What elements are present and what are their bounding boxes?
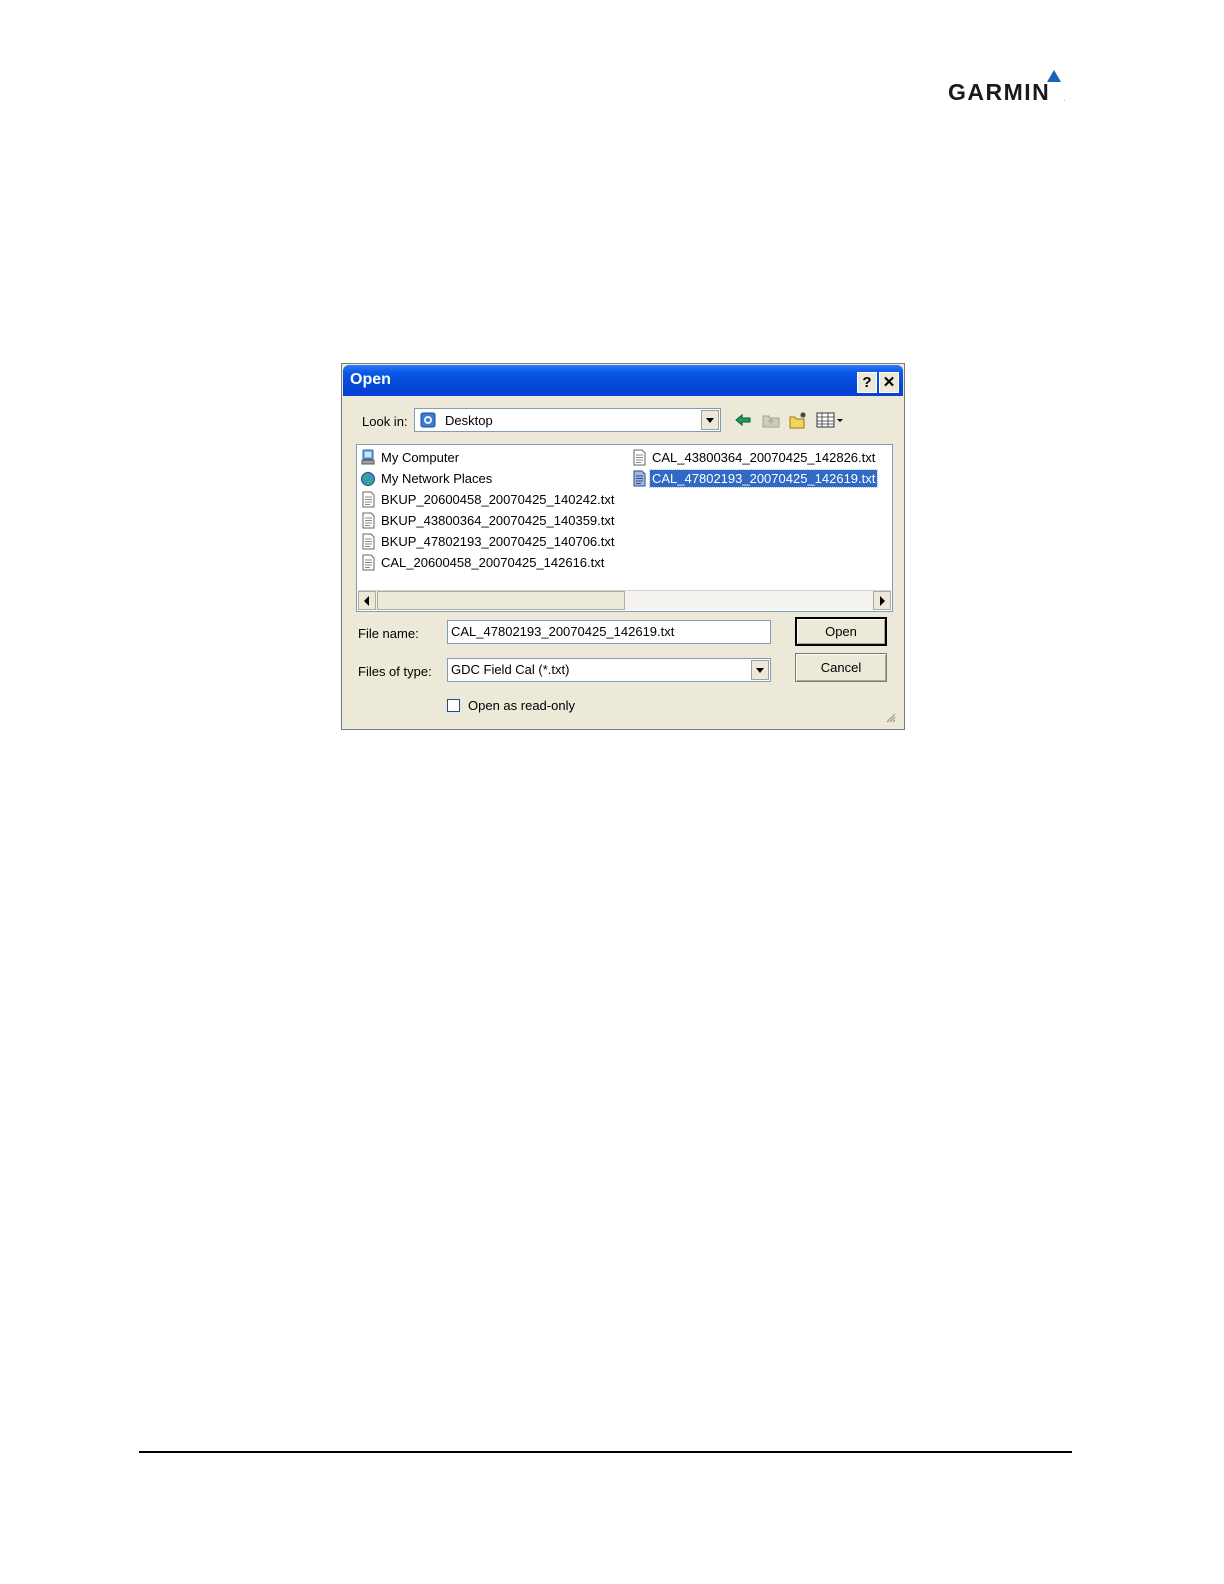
list-item[interactable]: BKUP_47802193_20070425_140706.txt xyxy=(360,531,617,551)
file-name: BKUP_47802193_20070425_140706.txt xyxy=(381,533,615,549)
logo-trademark: . xyxy=(1064,97,1066,103)
open-button[interactable]: Open xyxy=(795,617,887,646)
views-menu-icon[interactable] xyxy=(815,410,847,430)
help-button[interactable]: ? xyxy=(857,372,877,393)
scroll-right-button[interactable] xyxy=(873,591,891,610)
text-file-icon xyxy=(362,554,375,570)
list-item-selected[interactable]: CAL_47802193_20070425_142619.txt xyxy=(631,468,879,488)
file-name: CAL_47802193_20070425_142619.txt xyxy=(648,468,879,488)
read-only-checkbox[interactable] xyxy=(447,699,460,712)
files-of-type-dropdown-arrow[interactable] xyxy=(751,660,769,680)
file-name: BKUP_20600458_20070425_140242.txt xyxy=(381,491,615,507)
garmin-logo: GARMIN . xyxy=(948,68,1070,108)
list-item[interactable]: My Network Places xyxy=(360,468,494,488)
read-only-label[interactable]: Open as read-only xyxy=(468,698,575,713)
list-item[interactable]: CAL_43800364_20070425_142826.txt xyxy=(631,447,877,467)
dialog-titlebar[interactable]: Open ? ✕ xyxy=(343,365,903,396)
resize-grip-icon[interactable] xyxy=(884,711,896,723)
look-in-dropdown-arrow[interactable] xyxy=(701,410,719,430)
file-name-value: CAL_47802193_20070425_142619.txt xyxy=(451,624,675,639)
file-name-field[interactable]: CAL_47802193_20070425_142619.txt xyxy=(447,620,771,644)
horizontal-scrollbar[interactable] xyxy=(358,590,891,610)
text-file-icon xyxy=(633,470,646,486)
list-item[interactable]: BKUP_43800364_20070425_140359.txt xyxy=(360,510,617,530)
dialog-title: Open xyxy=(350,371,391,388)
logo-wordmark: GARMIN xyxy=(948,79,1051,105)
network-places-icon xyxy=(361,471,375,486)
list-item[interactable]: My Computer xyxy=(360,447,461,467)
file-name-label: File name: xyxy=(358,626,419,641)
files-of-type-value: GDC Field Cal (*.txt) xyxy=(451,662,570,677)
files-of-type-dropdown[interactable]: GDC Field Cal (*.txt) xyxy=(447,658,771,682)
look-in-value: Desktop xyxy=(445,413,493,428)
up-folder-icon[interactable] xyxy=(760,410,782,430)
file-name: CAL_20600458_20070425_142616.txt xyxy=(381,554,605,570)
file-list[interactable]: My Computer My Network Places BKUP_20600… xyxy=(356,444,893,612)
close-button[interactable]: ✕ xyxy=(879,372,899,393)
footer-rule xyxy=(139,1451,1072,1453)
list-item[interactable]: CAL_20600458_20070425_142616.txt xyxy=(360,552,606,572)
new-folder-icon[interactable] xyxy=(787,410,809,430)
file-name: BKUP_43800364_20070425_140359.txt xyxy=(381,512,615,528)
list-item[interactable]: BKUP_20600458_20070425_140242.txt xyxy=(360,489,617,509)
file-name: My Computer xyxy=(381,449,460,465)
back-icon[interactable] xyxy=(732,410,754,430)
file-name: My Network Places xyxy=(381,470,493,486)
look-in-dropdown[interactable]: Desktop xyxy=(414,408,721,432)
cancel-button[interactable]: Cancel xyxy=(795,653,887,682)
scroll-thumb[interactable] xyxy=(377,591,625,610)
text-file-icon xyxy=(362,533,375,549)
my-computer-icon xyxy=(361,449,375,464)
text-file-icon xyxy=(362,491,375,507)
text-file-icon xyxy=(633,449,646,465)
scroll-left-button[interactable] xyxy=(358,591,376,610)
files-of-type-label: Files of type: xyxy=(358,664,432,679)
open-dialog: Open ? ✕ Look in: Desktop My Computer My… xyxy=(341,363,905,730)
file-name: CAL_43800364_20070425_142826.txt xyxy=(652,449,876,465)
dialog-body: Look in: Desktop My Computer My Network … xyxy=(347,396,899,726)
desktop-icon xyxy=(420,412,436,428)
text-file-icon xyxy=(362,512,375,528)
look-in-label: Look in: xyxy=(362,414,408,429)
